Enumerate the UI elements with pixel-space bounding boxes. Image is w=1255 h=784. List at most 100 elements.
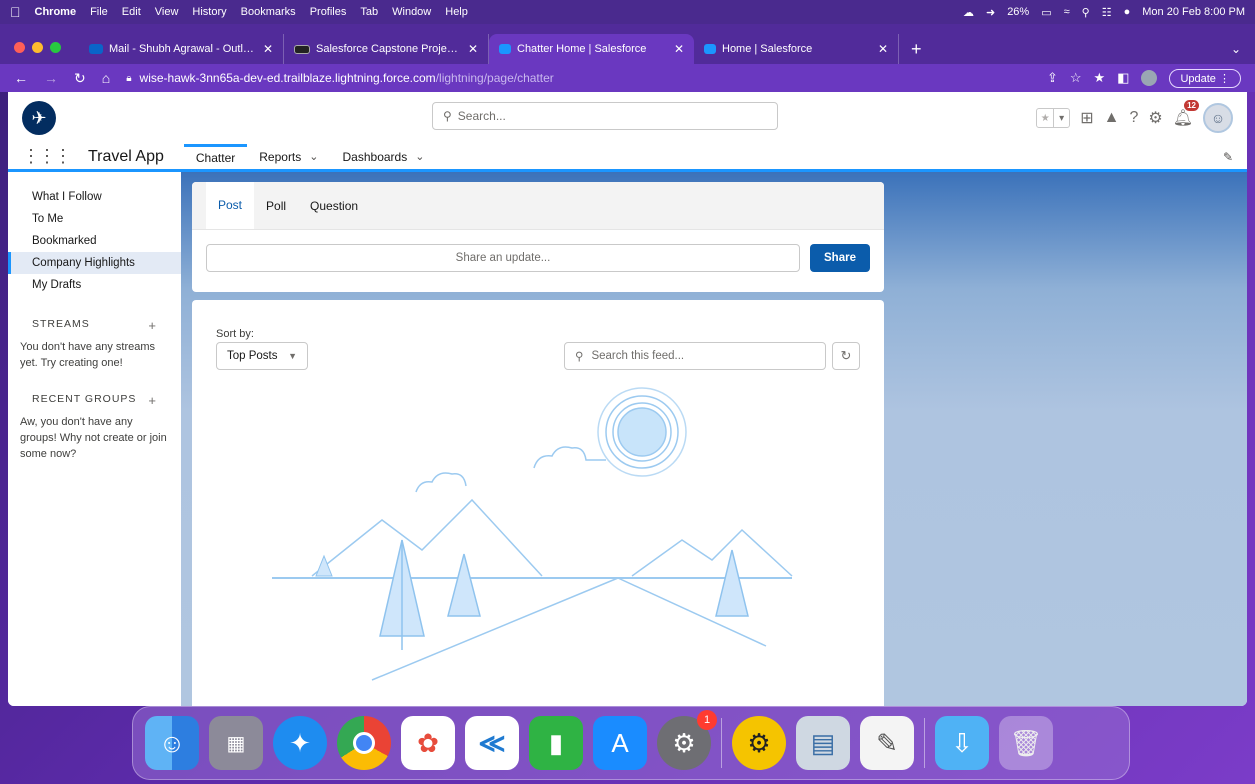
streams-empty-message: You don't have any streams yet. Try crea…	[20, 341, 156, 369]
update-label: Update	[1180, 72, 1216, 85]
menu-profiles[interactable]: Profiles	[310, 6, 347, 18]
feed-company-highlights[interactable]: Company Highlights	[8, 252, 181, 274]
close-tab-icon[interactable]: ✕	[878, 42, 888, 56]
photos-icon[interactable]: ✿	[401, 716, 455, 770]
help-icon[interactable]: ?	[1129, 109, 1138, 127]
sun	[617, 407, 667, 457]
menu-window[interactable]: Window	[392, 6, 431, 18]
siri-icon[interactable]: ●	[1124, 6, 1131, 18]
tab-title: Home | Salesforce	[722, 43, 813, 55]
tab-chatter-home[interactable]: Chatter Home | Salesforce ✕	[489, 34, 694, 64]
reload-icon[interactable]: ↻	[74, 70, 86, 87]
back-arrow-icon[interactable]: ←	[14, 70, 28, 86]
arrow-icon[interactable]: ➜	[986, 6, 995, 19]
refresh-feed-button[interactable]: ↻	[832, 342, 860, 370]
sort-label: Sort by:	[216, 328, 254, 340]
cloud-icon[interactable]: ☁	[963, 6, 974, 19]
battery-icon[interactable]: ▭	[1041, 6, 1051, 19]
feed-to-me[interactable]: To Me	[8, 208, 181, 230]
feed-what-i-follow[interactable]: What I Follow	[8, 186, 181, 208]
publisher-tab-question[interactable]: Question	[298, 182, 370, 229]
minimize-window-button[interactable]	[32, 41, 43, 53]
tab-home[interactable]: Home | Salesforce ✕	[694, 34, 899, 64]
share-icon[interactable]: ⇪	[1047, 70, 1058, 86]
sort-select[interactable]: Top Posts ▼	[216, 342, 308, 370]
lock-icon[interactable]: 🔒︎	[126, 73, 131, 84]
share-button[interactable]: Share	[810, 244, 870, 272]
feed-bookmarked[interactable]: Bookmarked	[8, 230, 181, 252]
global-search-input[interactable]: ⚲ Search...	[432, 102, 778, 130]
bookmark-star-icon[interactable]: ☆	[1070, 70, 1082, 86]
control-center-icon[interactable]: ☷	[1102, 6, 1112, 19]
menu-edit[interactable]: Edit	[122, 6, 141, 18]
menu-history[interactable]: History	[192, 6, 226, 18]
tab-capstone[interactable]: Salesforce Capstone Project - ✕	[284, 34, 489, 64]
menu-bookmarks[interactable]: Bookmarks	[241, 6, 296, 18]
nav-tab-reports[interactable]: Reports ⌄	[247, 144, 330, 169]
preview-icon[interactable]: ▤	[796, 716, 850, 770]
system-settings-icon[interactable]: ⚙ 1	[657, 710, 717, 770]
chrome-icon[interactable]	[337, 716, 391, 770]
close-tab-icon[interactable]: ✕	[468, 42, 478, 56]
nav-tab-dashboards[interactable]: Dashboards ⌄	[331, 144, 437, 169]
trash-icon[interactable]: 🗑︎	[999, 716, 1053, 770]
add-stream-plus-icon[interactable]: +	[148, 318, 157, 333]
publisher-tab-poll[interactable]: Poll	[254, 182, 298, 229]
close-window-button[interactable]	[14, 41, 25, 53]
apple-icon[interactable]: 	[10, 4, 21, 20]
wifi-icon[interactable]: ≈	[1064, 6, 1070, 18]
airplane-logo-icon[interactable]: ✈	[22, 101, 56, 135]
address-bar[interactable]: 🔒︎ wise-hawk-3nn65a-dev-ed.trailblaze.li…	[126, 71, 1047, 85]
global-actions-plus-icon[interactable]: ⊞	[1080, 108, 1093, 128]
vscode-icon[interactable]: ≪	[465, 716, 519, 770]
add-group-plus-icon[interactable]: +	[148, 393, 157, 408]
app-launcher-waffle-icon[interactable]: ⋮⋮⋮	[22, 144, 72, 169]
share-update-input[interactable]: Share an update...	[206, 244, 800, 272]
numbers-icon[interactable]: ▮	[529, 716, 583, 770]
notifications-bell-icon[interactable]: 🔔︎ 12	[1173, 100, 1199, 128]
safari-icon[interactable]: ✦	[273, 716, 327, 770]
side-panel-icon[interactable]: ◧	[1117, 70, 1129, 86]
search-icon: ⚲	[575, 351, 584, 363]
profile-avatar[interactable]	[1141, 70, 1158, 86]
edit-nav-pencil-icon[interactable]: ✎	[1223, 144, 1233, 169]
update-button[interactable]: Update ⋮	[1169, 68, 1241, 88]
cloud-right	[533, 446, 606, 469]
tab-search-chevron-icon[interactable]: ⌄	[1231, 34, 1241, 64]
spotlight-icon[interactable]: ⚲	[1082, 6, 1090, 19]
setup-gear-icon[interactable]: ⚙	[1148, 108, 1162, 128]
menu-help[interactable]: Help	[445, 6, 468, 18]
new-tab-button[interactable]: +	[899, 34, 934, 64]
user-avatar[interactable]: ☺	[1203, 103, 1233, 133]
favorite-star-icon[interactable]: ★	[1037, 109, 1053, 127]
extensions-puzzle-icon[interactable]: ★	[1094, 70, 1106, 86]
browser-toolbar: ← → ↻ ⌂ 🔒︎ wise-hawk-3nn65a-dev-ed.trail…	[0, 64, 1255, 92]
app-store-icon[interactable]: A	[593, 716, 647, 770]
close-tab-icon[interactable]: ✕	[263, 42, 273, 56]
feed-search-input[interactable]: ⚲ Search this feed...	[564, 342, 826, 370]
tab-outlook[interactable]: Mail - Shubh Agrawal - Outlook ✕	[79, 34, 284, 64]
nav-tab-chatter[interactable]: Chatter	[183, 144, 248, 169]
downloads-folder-icon[interactable]: ⇩	[935, 716, 989, 770]
feed-my-drafts[interactable]: My Drafts	[8, 274, 181, 296]
menu-tab[interactable]: Tab	[360, 6, 378, 18]
chevron-down-icon[interactable]: ⌄	[309, 150, 318, 163]
finder-icon[interactable]: ☺	[145, 716, 199, 770]
menu-chrome[interactable]: Chrome	[35, 6, 77, 18]
menu-file[interactable]: File	[90, 6, 108, 18]
textedit-icon[interactable]: ✎	[860, 716, 914, 770]
menubar-items: Chrome File Edit View History Bookmarks …	[35, 6, 468, 18]
bug-app-icon[interactable]: ⚙	[732, 716, 786, 770]
trailhead-icon[interactable]: ▲	[1104, 109, 1120, 127]
favorites-dropdown-icon[interactable]: ▾	[1053, 109, 1069, 127]
launchpad-icon[interactable]: ▦	[209, 716, 263, 770]
home-icon[interactable]: ⌂	[102, 70, 110, 86]
chevron-down-icon[interactable]: ⌄	[415, 150, 424, 163]
publisher-tab-post[interactable]: Post	[206, 182, 255, 229]
forward-arrow-icon[interactable]: →	[44, 70, 58, 86]
clock[interactable]: Mon 20 Feb 8:00 PM	[1142, 6, 1245, 18]
menu-view[interactable]: View	[155, 6, 179, 18]
close-tab-icon[interactable]: ✕	[674, 42, 684, 56]
chatter-body: What I Follow To Me Bookmarked Company H…	[8, 172, 1247, 706]
zoom-window-button[interactable]	[50, 41, 61, 53]
